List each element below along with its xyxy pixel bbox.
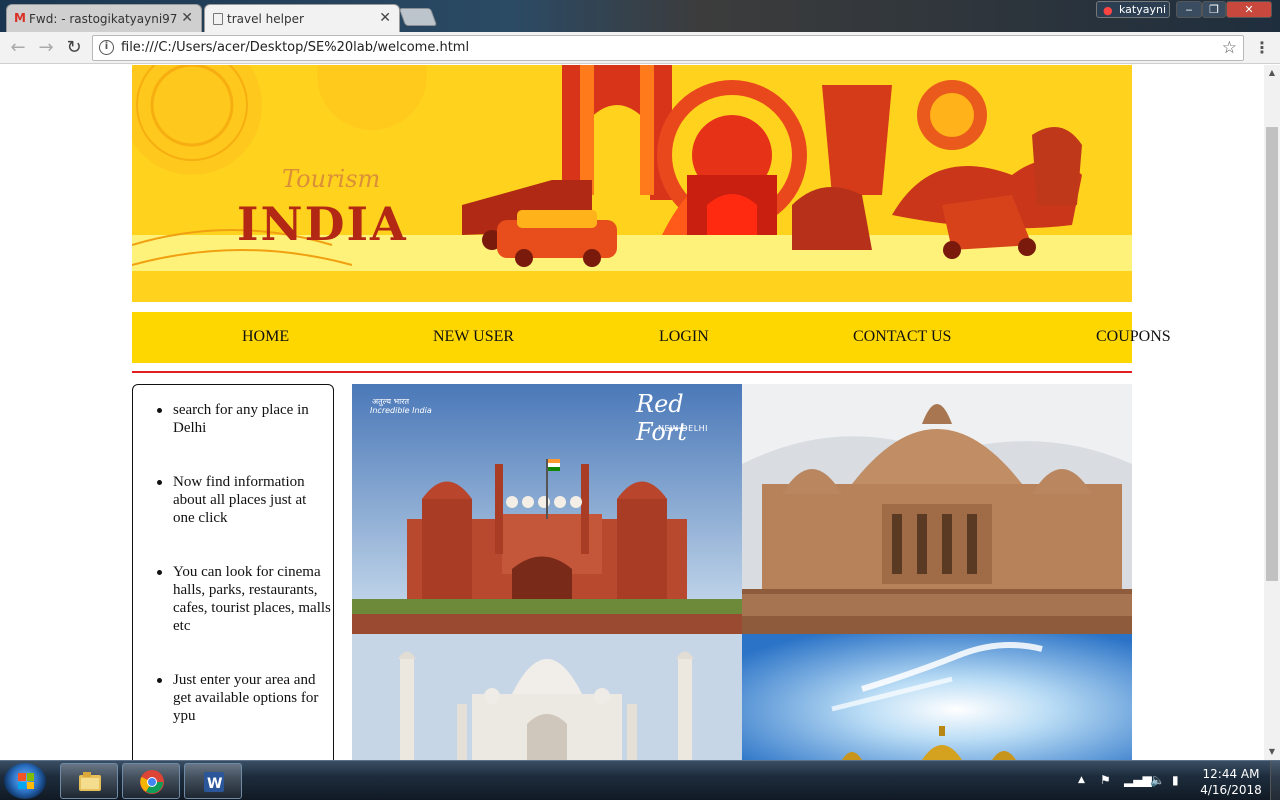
page-viewport: Tourism INDIA HOME NEW USER LOGIN CONTAC… xyxy=(0,65,1264,760)
word-icon[interactable]: W xyxy=(184,763,242,799)
akshardham-art xyxy=(742,384,1132,634)
nav-login-link[interactable]: LOGIN xyxy=(659,328,709,346)
page-scrollbar[interactable]: ▲ ▼ xyxy=(1264,65,1280,760)
taj-mahal-art xyxy=(352,634,742,760)
tab-title: Fwd: - rastogikatyayni97 xyxy=(29,11,178,26)
list-item-text: Just enter your area and get available o… xyxy=(173,672,319,724)
bullet-icon xyxy=(157,570,162,575)
photo-title: Red Fort xyxy=(636,390,687,446)
tab-gmail[interactable]: M Fwd: - rastogikatyayni97 ✕ xyxy=(6,4,202,32)
maximize-button[interactable]: ❐ xyxy=(1202,1,1226,18)
arrow-right-icon[interactable]: → xyxy=(36,38,56,58)
list-item: You can look for cinema halls, parks, re… xyxy=(133,563,333,635)
bullet-icon xyxy=(157,480,162,485)
nav-coupons-link[interactable]: COUPONS xyxy=(1096,328,1171,346)
bullet-icon xyxy=(157,678,162,683)
system-tray: ▲ ⚑ ▂▄▆ 🔈 ▮ 12:44 AM 4/16/2018 xyxy=(1072,761,1280,800)
window-close-button[interactable]: ✕ xyxy=(1226,1,1272,18)
windows-explorer-icon[interactable] xyxy=(60,763,118,799)
nav-contact-us-link[interactable]: CONTACT US xyxy=(853,328,951,346)
golden-temple-photo xyxy=(742,634,1132,760)
bullet-icon xyxy=(157,408,162,413)
nav-home-link[interactable]: HOME xyxy=(242,328,289,346)
photo-subtitle: NEW DELHI xyxy=(658,424,709,433)
golden-temple-art xyxy=(742,634,1132,760)
windows-taskbar: W ▲ ⚑ ▂▄▆ 🔈 ▮ 12:44 AM 4/16/2018 xyxy=(0,760,1280,800)
banner-india-text: INDIA xyxy=(237,197,408,251)
akshardham-photo xyxy=(742,384,1132,634)
clock-time[interactable]: 12:44 AM xyxy=(1196,767,1266,781)
clock-date[interactable]: 4/16/2018 xyxy=(1196,783,1266,797)
new-tab-button[interactable] xyxy=(398,8,438,26)
network-signal-icon[interactable]: ▂▄▆ xyxy=(1124,773,1152,787)
user-icon: ● xyxy=(1103,4,1113,17)
tab-title: travel helper xyxy=(227,11,304,26)
action-center-flag-icon[interactable]: ⚑ xyxy=(1100,773,1111,787)
scrollbar-thumb[interactable] xyxy=(1266,127,1278,581)
profile-name: katyayni xyxy=(1119,3,1167,16)
list-item: search for any place in Delhi xyxy=(133,401,333,437)
red-fort-photo: अतुल्य भारत Incredible India Red Fort NE… xyxy=(352,384,742,634)
profile-button[interactable]: ● katyayni xyxy=(1096,1,1170,18)
svg-text:W: W xyxy=(207,776,222,792)
reload-icon[interactable]: ↻ xyxy=(64,38,84,58)
info-list: search for any place in Delhi Now find i… xyxy=(133,401,333,760)
list-item-text: Now find information about all places ju… xyxy=(173,474,307,526)
arrow-left-icon[interactable]: ← xyxy=(8,38,28,58)
start-button[interactable] xyxy=(4,763,46,799)
main-navbar: HOME NEW USER LOGIN CONTACT US COUPONS xyxy=(132,312,1171,363)
list-item-text: search for any place in Delhi xyxy=(173,402,309,436)
minimize-button[interactable]: ‒ xyxy=(1176,1,1202,18)
incredible-india-logo: Incredible India xyxy=(370,406,432,415)
kebab-menu-icon[interactable]: ⋮ xyxy=(1254,38,1270,57)
windows-logo-icon xyxy=(18,773,34,789)
banner-tourism-text: Tourism xyxy=(282,165,381,193)
info-icon[interactable]: i xyxy=(99,40,114,55)
power-icon[interactable]: ▮ xyxy=(1172,773,1179,787)
chrome-icon[interactable] xyxy=(122,763,180,799)
screen: { "browser": { "tabs": [ {"title": "Fwd:… xyxy=(0,0,1280,800)
volume-icon[interactable]: 🔈 xyxy=(1150,773,1165,787)
page-icon xyxy=(213,13,223,25)
list-item: Just enter your area and get available o… xyxy=(133,671,333,725)
scroll-up-icon[interactable]: ▲ xyxy=(1264,65,1280,81)
close-tab-icon[interactable]: ✕ xyxy=(379,10,391,26)
nav-new-user-link[interactable]: NEW USER xyxy=(433,328,514,346)
banner-image: Tourism INDIA xyxy=(132,65,1132,302)
browser-tabstrip: M Fwd: - rastogikatyayni97 ✕ travel help… xyxy=(0,0,1280,32)
url-input[interactable]: i file:///C:/Users/acer/Desktop/SE%20lab… xyxy=(92,35,1244,61)
tab-travel-helper[interactable]: travel helper ✕ xyxy=(204,4,400,32)
info-sidebar: search for any place in Delhi Now find i… xyxy=(132,384,334,760)
scroll-down-icon[interactable]: ▼ xyxy=(1264,744,1280,760)
list-item: Now find information about all places ju… xyxy=(133,473,333,527)
divider-line xyxy=(132,371,1132,373)
address-bar: ← → ↻ i file:///C:/Users/acer/Desktop/SE… xyxy=(0,32,1280,64)
url-text[interactable]: file:///C:/Users/acer/Desktop/SE%20lab/w… xyxy=(121,40,469,55)
close-tab-icon[interactable]: ✕ xyxy=(181,10,193,26)
taj-mahal-photo xyxy=(352,634,742,760)
gmail-icon: M xyxy=(14,11,26,25)
star-icon[interactable]: ☆ xyxy=(1222,38,1237,58)
list-item-text: You can look for cinema halls, parks, re… xyxy=(173,564,331,634)
show-hidden-icons-icon[interactable]: ▲ xyxy=(1078,775,1085,785)
show-desktop-button[interactable] xyxy=(1270,761,1280,800)
